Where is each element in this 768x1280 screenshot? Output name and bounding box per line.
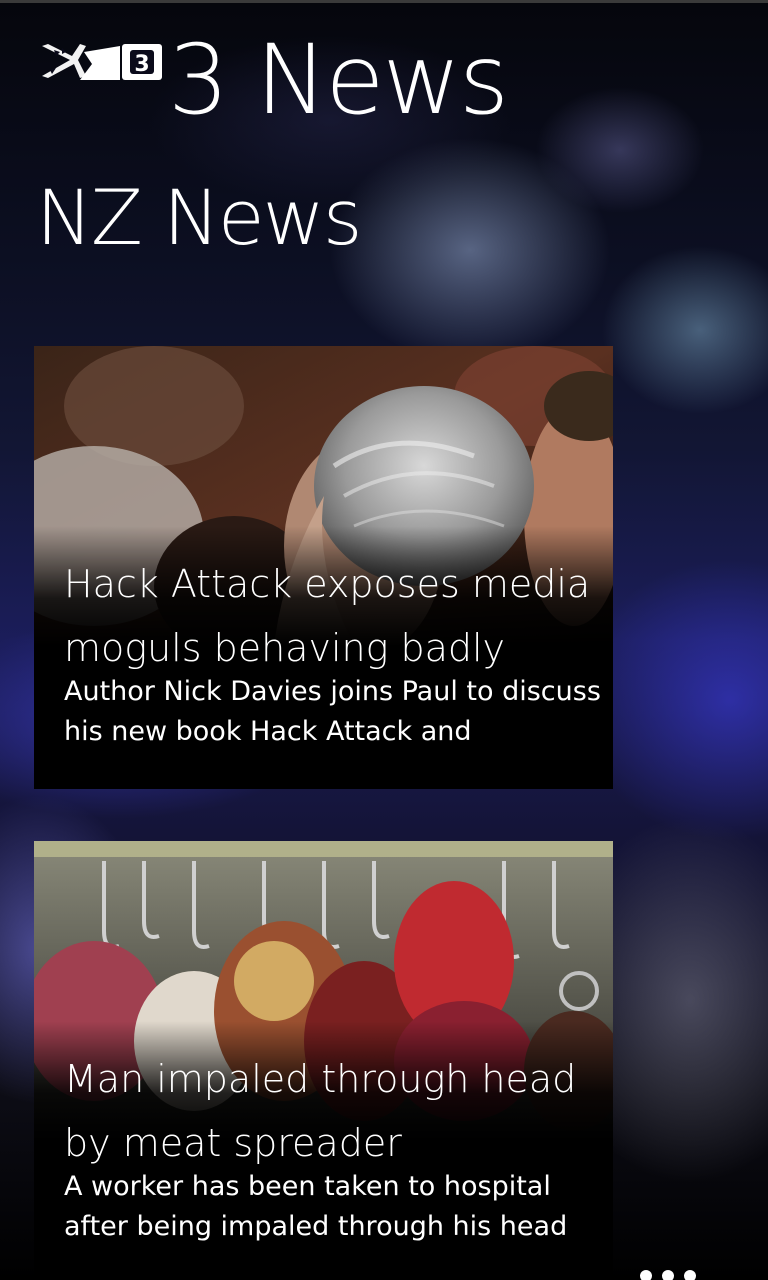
article-headline[interactable]: Man impaled through head by meat spreade… <box>64 1047 604 1175</box>
section-title: NZ News <box>36 173 362 262</box>
svg-text:3: 3 <box>134 52 149 77</box>
news-card[interactable]: Hack Attack exposes media moguls behavin… <box>34 346 613 789</box>
app-title: 3 News <box>168 24 509 136</box>
article-summary: Author Nick Davies joins Paul to discuss… <box>64 676 601 747</box>
news-card[interactable]: Man impaled through head by meat spreade… <box>34 841 613 1280</box>
tv3-fern-logo-icon: 3 <box>40 42 164 82</box>
status-strip <box>0 0 768 3</box>
article-headline[interactable]: Hack Attack exposes media moguls behavin… <box>64 552 604 680</box>
article-summary: A worker has been taken to hospital afte… <box>64 1171 568 1242</box>
app-screen: 3 3 News NZ News Hack Attack exposes med… <box>0 0 768 1280</box>
ellipsis-icon <box>684 1270 696 1280</box>
ellipsis-icon <box>640 1270 652 1280</box>
ellipsis-icon <box>662 1270 674 1280</box>
more-options-button[interactable] <box>628 1264 708 1280</box>
